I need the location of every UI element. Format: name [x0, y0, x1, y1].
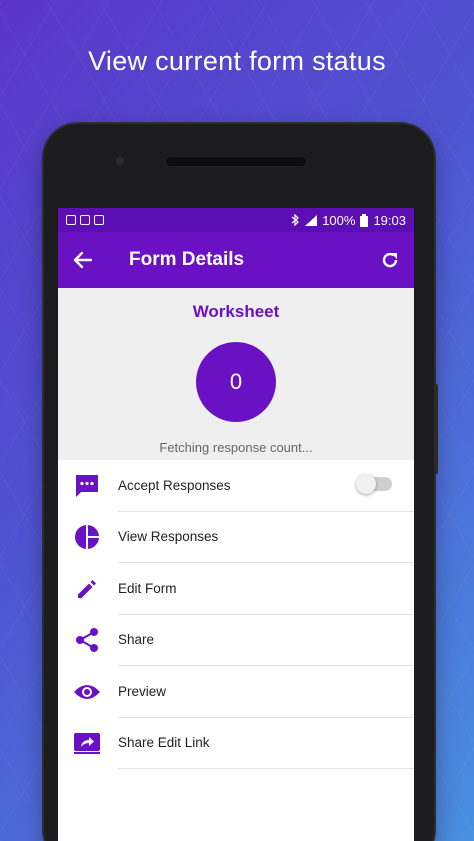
icon-container	[58, 524, 116, 550]
eye-icon	[74, 684, 100, 699]
refresh-icon	[382, 252, 398, 268]
response-count-badge: 0	[196, 342, 276, 422]
refresh-button[interactable]	[378, 248, 402, 272]
side-button	[434, 384, 438, 474]
menu-item-edit-form[interactable]: Edit Form	[58, 563, 414, 615]
camera	[114, 155, 126, 167]
form-name: Worksheet	[192, 302, 280, 321]
menu-item-label: Preview	[118, 666, 414, 718]
menu-item-share-edit-link[interactable]: Share Edit Link	[58, 718, 414, 769]
battery-icon	[360, 213, 369, 227]
menu-item-label: Edit Form	[118, 563, 414, 615]
headline: View current form status	[88, 46, 386, 76]
share-icon	[76, 628, 98, 653]
battery-percent: 100%	[322, 212, 356, 228]
fetch-status: Fetching response count...	[159, 440, 313, 455]
bluetooth-icon	[291, 214, 300, 226]
notification-icon	[80, 215, 90, 225]
menu-item-accept-responses[interactable]: Accept Responses	[58, 460, 414, 512]
icon-container	[58, 577, 116, 601]
notification-icons	[66, 215, 104, 225]
form-summary: Worksheet 0 Fetching response count...	[58, 288, 414, 460]
pie-chart-icon	[75, 525, 99, 550]
status-bar: 100% 19:03	[58, 208, 414, 232]
menu-item-preview[interactable]: Preview	[58, 666, 414, 718]
back-button[interactable]	[70, 248, 94, 272]
icon-container	[58, 731, 116, 755]
clock: 19:03	[373, 212, 406, 228]
status-indicators: 100% 19:03	[291, 213, 406, 228]
menu-item-label: View Responses	[118, 512, 414, 563]
accept-responses-toggle[interactable]	[356, 474, 392, 494]
forward-link-icon	[74, 733, 100, 755]
icon-container	[58, 627, 116, 653]
action-menu: Accept Responses View Responses Edit For…	[58, 460, 414, 769]
menu-item-label: Share	[118, 615, 414, 666]
app-bar: Form Details	[58, 232, 414, 288]
response-count: 0	[229, 369, 243, 394]
arrow-left-icon	[73, 251, 92, 269]
app-screen: 100% 19:03 Form Details Worksheet 0 Fetc…	[58, 208, 414, 841]
icon-container	[58, 682, 116, 702]
pencil-icon	[78, 579, 96, 598]
menu-item-view-responses[interactable]: View Responses	[58, 512, 414, 563]
icon-container	[58, 473, 116, 499]
page-title: Form Details	[129, 249, 245, 270]
notification-icon	[66, 215, 76, 225]
signal-icon	[305, 214, 318, 226]
menu-item-share[interactable]: Share	[58, 615, 414, 666]
menu-item-label: Share Edit Link	[118, 718, 414, 769]
speaker	[166, 157, 306, 166]
chat-icon	[76, 474, 98, 497]
notification-icon	[94, 215, 104, 225]
toggle-knob	[356, 474, 376, 494]
